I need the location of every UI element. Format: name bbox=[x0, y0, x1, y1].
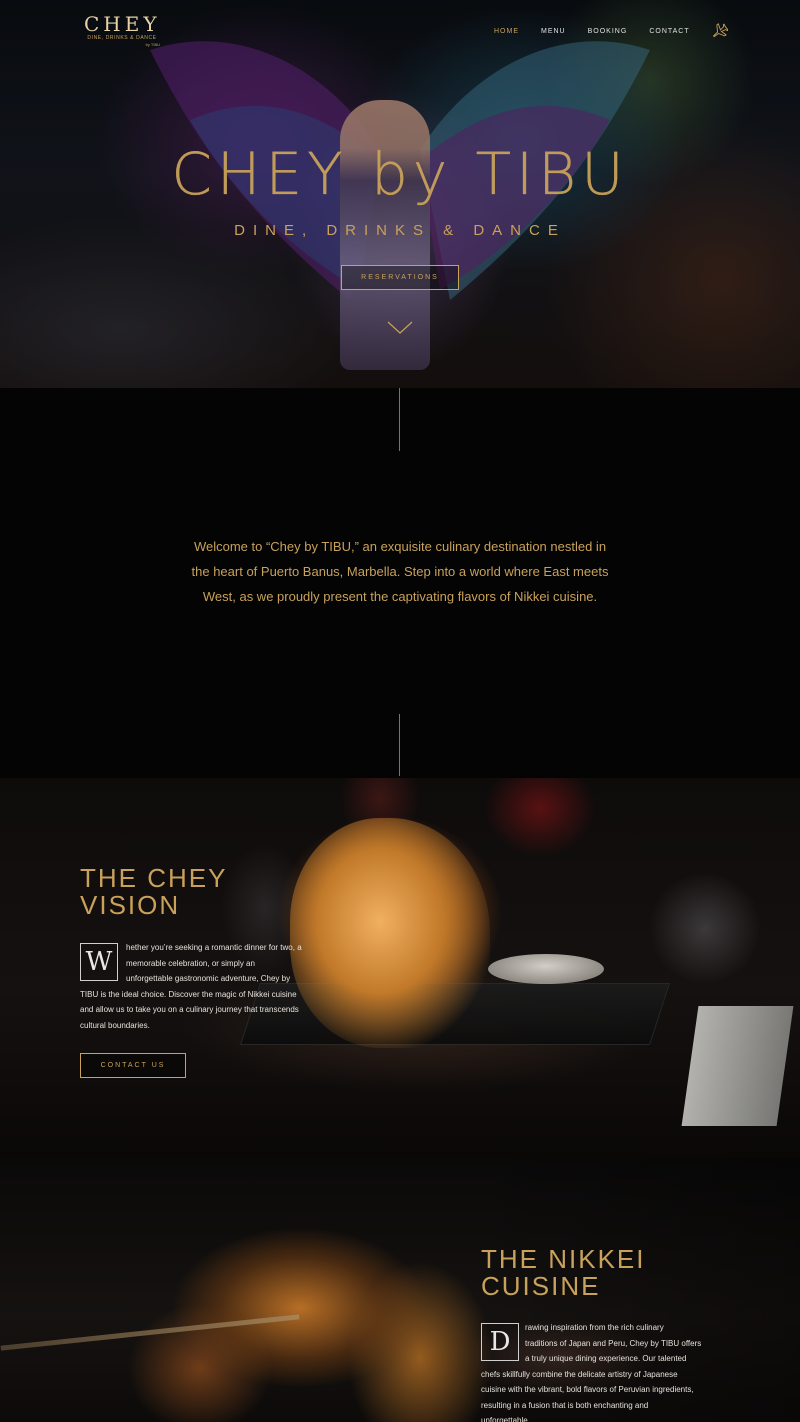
nikkei-body-line: resulting in a fusion that is both encha… bbox=[481, 1400, 649, 1410]
skewer-image bbox=[0, 1314, 300, 1351]
reservations-button[interactable]: RESERVATIONS bbox=[341, 265, 459, 290]
divider-line bbox=[399, 714, 400, 776]
intro-section: Welcome to “Chey by TIBU,” an exquisite … bbox=[0, 388, 800, 778]
vision-body-line: hether you’re seeking a romantic dinner … bbox=[126, 943, 302, 952]
vision-body-line: unforgettable gastronomic adventure, Che… bbox=[126, 974, 291, 983]
hero-section: CHEY DINE, DRINKS & DANCE by TIBU HOME M… bbox=[0, 0, 800, 388]
nav-item-contact[interactable]: CONTACT bbox=[649, 28, 689, 35]
nikkei-body-line: rawing inspiration from the rich culinar… bbox=[525, 1323, 664, 1332]
nikkei-title: THE NIKKEI CUISINE bbox=[481, 1246, 645, 1300]
vision-title: THE CHEY VISION bbox=[80, 865, 227, 919]
nav-item-home[interactable]: HOME bbox=[494, 28, 519, 35]
nikkei-dropcap: D bbox=[481, 1323, 519, 1361]
vision-section: THE CHEY VISION W hether you’re seeking … bbox=[0, 778, 800, 1158]
vision-body-line: memorable celebration, or simply an bbox=[126, 958, 255, 968]
chevron-down-icon[interactable] bbox=[387, 320, 413, 336]
logo-by-line: by TIBU bbox=[145, 42, 160, 47]
nikkei-body-line: a truly unique dining experience. Our ta… bbox=[525, 1354, 687, 1363]
napkin-image bbox=[681, 1006, 794, 1126]
vision-body-bottom: TIBU is the ideal choice. Discover the m… bbox=[80, 987, 340, 1034]
nav-item-booking[interactable]: BOOKING bbox=[588, 28, 628, 35]
vision-body-line: cultural boundaries. bbox=[80, 1020, 150, 1030]
nikkei-body-line: chefs skillfully combine the delicate ar… bbox=[481, 1369, 678, 1379]
divider-line bbox=[399, 388, 400, 451]
main-nav: HOME MENU BOOKING CONTACT bbox=[494, 22, 728, 40]
nikkei-body-line: unforgettable. bbox=[481, 1416, 530, 1422]
vision-body-line: TIBU is the ideal choice. Discover the m… bbox=[80, 989, 297, 999]
vision-title-line1: THE CHEY bbox=[80, 863, 228, 893]
vision-body-top: hether you’re seeking a romantic dinner … bbox=[126, 940, 326, 987]
vision-title-line2: VISION bbox=[80, 890, 181, 920]
nikkei-section: THE NIKKEI CUISINE D rawing inspiration … bbox=[0, 1158, 800, 1422]
hero-title: CHEY by TIBU bbox=[171, 140, 629, 208]
nikkei-body-line: cuisine with the vibrant, bold flavors o… bbox=[481, 1385, 694, 1394]
airplane-icon[interactable] bbox=[710, 22, 728, 40]
site-logo[interactable]: CHEY DINE, DRINKS & DANCE by TIBU bbox=[84, 14, 160, 47]
nav-item-menu[interactable]: MENU bbox=[541, 28, 566, 35]
nikkei-body-top: rawing inspiration from the rich culinar… bbox=[525, 1320, 745, 1367]
logo-wordmark: CHEY bbox=[84, 12, 161, 36]
nikkei-body-bottom: chefs skillfully combine the delicate ar… bbox=[481, 1367, 741, 1422]
nikkei-title-line1: THE NIKKEI bbox=[481, 1244, 646, 1274]
vision-dropcap: W bbox=[80, 943, 118, 981]
hero-tagline: DINE, DRINKS & DANCE bbox=[234, 222, 566, 239]
intro-paragraph: Welcome to “Chey by TIBU,” an exquisite … bbox=[191, 539, 609, 604]
nikkei-title-line2: CUISINE bbox=[481, 1271, 601, 1301]
logo-subtitle: DINE, DRINKS & DANCE bbox=[87, 35, 157, 41]
sauce-bowl-image bbox=[488, 954, 604, 984]
contact-us-button[interactable]: CONTACT US bbox=[80, 1053, 186, 1078]
nikkei-body-line: traditions of Japan and Peru, Chey by TI… bbox=[525, 1338, 702, 1348]
vision-body-line: and allow us to take you on a culinary j… bbox=[80, 1005, 299, 1014]
